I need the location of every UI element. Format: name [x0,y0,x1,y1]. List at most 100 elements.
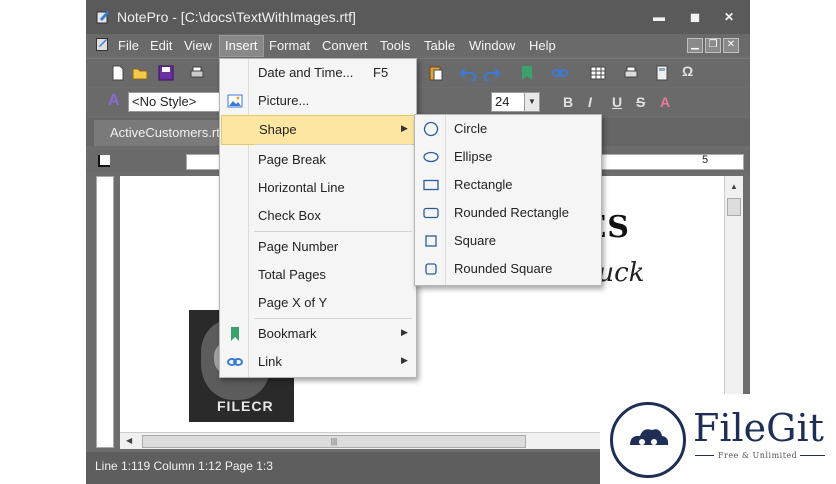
menu-item-label: Check Box [258,208,321,223]
save-icon[interactable] [158,65,174,81]
shape-item-square[interactable]: Square [415,227,601,255]
shape-item-rounded-square[interactable]: Rounded Square [415,255,601,283]
menu-item-label: Date and Time... [258,65,354,80]
close-button[interactable]: ✕ [722,10,736,24]
vertical-ruler [96,176,114,448]
shape-item-label: Ellipse [454,149,493,164]
paste-icon[interactable] [428,65,444,81]
horizontal-scroll-thumb[interactable]: ||| [142,435,526,448]
ellipse-icon [423,151,439,163]
mdi-restore-button[interactable]: ❐ [705,38,721,53]
shape-item-rectangle[interactable]: Rectangle [415,171,601,199]
document-icon [96,38,108,51]
menu-item-horizontal-line[interactable]: Horizontal Line [220,174,416,202]
chevron-down-icon[interactable]: ▼ [524,93,539,111]
undo-icon[interactable] [460,65,476,81]
style-select-value: <No Style> [132,94,197,109]
rectangle-icon [423,179,439,191]
menu-item-shape[interactable]: Shape ▶ [221,115,415,145]
submenu-arrow-icon: ▶ [401,327,408,337]
mdi-close-button[interactable]: ✕ [723,38,739,53]
strikethrough-button[interactable]: S [636,94,645,110]
tab-active-customers[interactable]: ActiveCustomers.rt [94,120,236,146]
shape-item-ellipse[interactable]: Ellipse [415,143,601,171]
menu-help[interactable]: Help [527,37,558,54]
font-size-value: 24 [495,94,510,109]
menu-item-page-x-of-y[interactable]: Page X of Y [220,289,416,317]
menu-insert[interactable]: Insert [219,35,264,57]
tab-stop-icon[interactable] [98,155,110,167]
redo-icon[interactable] [484,65,500,81]
menu-item-label: Total Pages [258,267,326,282]
circle-icon [423,121,439,137]
bold-button[interactable]: B [563,94,573,110]
menu-item-picture[interactable]: Picture... [220,87,416,115]
menu-item-total-pages[interactable]: Total Pages [220,261,416,289]
submenu-arrow-icon: ▶ [401,123,408,133]
font-size-select[interactable]: 24 ▼ [491,92,540,112]
menu-format[interactable]: Format [267,37,312,54]
menu-item-label: Page X of Y [258,295,328,310]
open-folder-icon[interactable] [132,65,148,81]
menu-edit[interactable]: Edit [148,37,174,54]
print-icon[interactable] [189,65,205,81]
picture-icon [227,94,243,108]
scroll-left-icon[interactable]: ◀ [126,436,132,445]
menu-convert[interactable]: Convert [320,37,370,54]
menu-item-page-number[interactable]: Page Number [220,233,416,261]
menu-item-label: Horizontal Line [258,180,345,195]
calculator-icon[interactable] [654,65,670,81]
shape-item-rounded-rectangle[interactable]: Rounded Rectangle [415,199,601,227]
shape-item-label: Square [454,233,496,248]
menu-item-check-box[interactable]: Check Box [220,202,416,230]
underline-button[interactable]: U [612,94,622,110]
bookmark-green-icon[interactable] [519,65,535,81]
menu-item-date-time[interactable]: Date and Time... F5 [220,59,416,87]
menu-tools[interactable]: Tools [378,37,412,54]
shape-item-label: Rounded Square [454,261,553,276]
status-position: Line 1:119 Column 1:12 Page 1:3 [95,459,273,473]
scroll-up-icon[interactable]: ▲ [730,182,738,191]
link-icon[interactable] [552,65,568,81]
menu-item-label: Picture... [258,93,310,108]
table-icon[interactable] [590,65,606,81]
submenu-arrow-icon: ▶ [401,355,408,365]
menu-item-bookmark[interactable]: Bookmark ▶ [220,320,416,348]
maximize-button[interactable]: ◼ [688,10,702,24]
menu-window[interactable]: Window [467,37,517,54]
title-bar: NotePro - [C:\docs\TextWithImages.rtf] ▬… [86,0,750,34]
new-file-icon[interactable] [110,65,126,81]
filegit-tagline: Free & Unlimited [718,451,798,460]
mdi-minimize-button[interactable]: ▁ [687,38,703,53]
square-icon [425,235,437,247]
style-select[interactable]: <No Style> [128,92,229,112]
menu-item-label: Page Number [258,239,339,254]
shape-item-circle[interactable]: Circle [415,115,601,143]
menu-item-link[interactable]: Link ▶ [220,348,416,376]
italic-button[interactable]: I [588,94,592,110]
bookmark-icon [231,327,239,341]
menu-item-label: Page Break [258,152,326,167]
menu-bar: File Edit View Insert Format Convert Too… [86,34,750,57]
menu-file[interactable]: File [116,37,141,54]
ruler-mark-5: 5 [702,154,709,166]
notepad-icon [96,11,109,24]
menu-item-page-break[interactable]: Page Break [220,146,416,174]
menu-item-label: Bookmark [258,326,317,341]
filegit-watermark: FileGit Free & Unlimited [600,394,836,484]
menu-separator [254,231,412,232]
image-watermark: FILECR [217,398,274,414]
minimize-button[interactable]: ▬ [652,10,666,24]
menu-separator [254,144,412,145]
menu-table[interactable]: Table [422,37,457,54]
link-icon [227,358,243,366]
vertical-scroll-thumb[interactable] [727,198,741,216]
filegit-logo-icon [610,402,686,478]
menu-view[interactable]: View [182,37,214,54]
font-color-icon[interactable]: A [660,94,670,110]
print-preview-icon[interactable] [623,65,639,81]
insert-dropdown-menu: Date and Time... F5 Picture... Shape ▶ P… [219,58,417,378]
rounded-rectangle-icon [423,207,439,219]
omega-symbol-icon[interactable]: Ω [682,63,693,79]
style-a-icon[interactable]: A [108,92,120,110]
